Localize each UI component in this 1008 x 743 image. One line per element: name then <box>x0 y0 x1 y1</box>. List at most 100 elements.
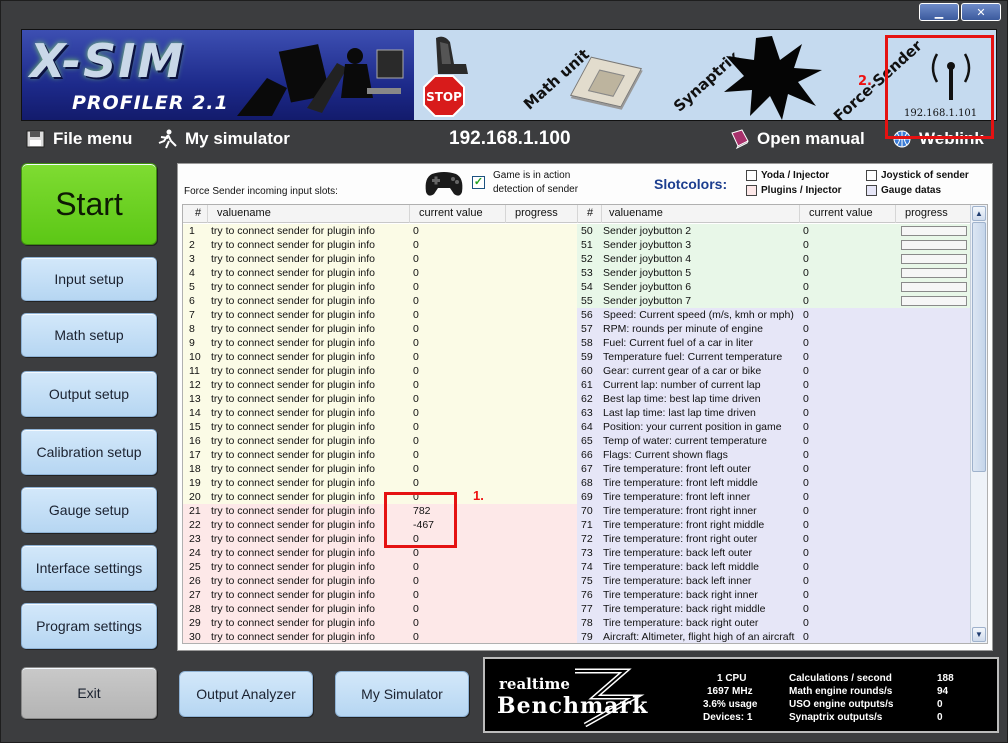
bench-calc-label: Calculations / second <box>789 673 892 684</box>
table-row[interactable]: 30 try to connect sender for plugin info 0… <box>183 630 971 643</box>
annotation-highlight-1 <box>384 492 457 548</box>
table-row[interactable]: 14 try to connect sender for plugin info 0… <box>183 406 971 420</box>
table-row[interactable]: 22 try to connect sender for plugin info -… <box>183 518 971 532</box>
minimize-icon: ▁ <box>934 5 944 19</box>
table-row[interactable]: 16 try to connect sender for plugin info 0… <box>183 434 971 448</box>
program-settings-button[interactable]: Program settings <box>21 603 157 649</box>
progress-bar <box>901 268 967 278</box>
right-slot-name: Best lap time: best lap time driven <box>603 393 761 405</box>
file-menu[interactable]: File menu <box>25 129 132 149</box>
right-slot-value: 0 <box>803 435 809 447</box>
col-current-value-right: current value <box>809 207 873 219</box>
bench-math-label: Math engine rounds/s <box>789 686 893 697</box>
table-row[interactable]: 6 try to connect sender for plugin info 0 5… <box>183 294 971 308</box>
left-slot-num: 7 <box>189 309 195 321</box>
table-row[interactable]: 19 try to connect sender for plugin info 0… <box>183 476 971 490</box>
left-slot-num: 22 <box>189 519 201 531</box>
table-row[interactable]: 24 try to connect sender for plugin info 0… <box>183 546 971 560</box>
left-slot-name: try to connect sender for plugin info <box>211 617 376 629</box>
left-slot-num: 14 <box>189 407 201 419</box>
table-row[interactable]: 25 try to connect sender for plugin info 0… <box>183 560 971 574</box>
left-slot-num: 2 <box>189 239 195 251</box>
racing-seat-icon <box>436 36 468 74</box>
math-setup-button[interactable]: Math setup <box>21 313 157 357</box>
legend-joystick: Joystick of sender <box>866 170 969 181</box>
table-row[interactable]: 17 try to connect sender for plugin info 0… <box>183 448 971 462</box>
table-row[interactable]: 26 try to connect sender for plugin info 0… <box>183 574 971 588</box>
right-slot-name: Sender joybutton 6 <box>603 281 692 293</box>
minimize-button[interactable]: ▁ <box>919 3 959 21</box>
my-simulator-menu[interactable]: My simulator <box>157 129 290 149</box>
table-row[interactable]: 13 try to connect sender for plugin info 0… <box>183 392 971 406</box>
table-row[interactable]: 5 try to connect sender for plugin info 0 5… <box>183 280 971 294</box>
right-slot-num: 60 <box>581 365 593 377</box>
left-slot-value: 0 <box>413 267 419 279</box>
right-slot-name: Tire temperature: front right inner <box>603 505 757 517</box>
table-row[interactable]: 2 try to connect sender for plugin info 0 5… <box>183 238 971 252</box>
right-slot-value: 0 <box>803 407 809 419</box>
left-slot-name: try to connect sender for plugin info <box>211 575 376 587</box>
table-row[interactable]: 9 try to connect sender for plugin info 0 5… <box>183 336 971 350</box>
left-slot-value: 0 <box>413 617 419 629</box>
scroll-down-icon[interactable]: ▼ <box>972 627 986 642</box>
left-slot-value: 0 <box>413 365 419 377</box>
left-slot-name: try to connect sender for plugin info <box>211 533 376 545</box>
table-row[interactable]: 15 try to connect sender for plugin info 0… <box>183 420 971 434</box>
table-row[interactable]: 1 try to connect sender for plugin info 0 5… <box>183 224 971 238</box>
left-slot-name: try to connect sender for plugin info <box>211 603 376 615</box>
input-setup-button[interactable]: Input setup <box>21 257 157 301</box>
output-setup-button[interactable]: Output setup <box>21 371 157 417</box>
open-manual-menu[interactable]: Open manual <box>729 129 865 149</box>
left-slot-name: try to connect sender for plugin info <box>211 519 376 531</box>
right-slot-name: Fuel: Current fuel of a car in liter <box>603 337 753 349</box>
scroll-thumb[interactable] <box>972 222 986 472</box>
table-row[interactable]: 8 try to connect sender for plugin info 0 5… <box>183 322 971 336</box>
table-row[interactable]: 4 try to connect sender for plugin info 0 5… <box>183 266 971 280</box>
right-slot-value: 0 <box>803 379 809 391</box>
left-slot-name: try to connect sender for plugin info <box>211 393 376 405</box>
right-slot-value: 0 <box>803 491 809 503</box>
interface-settings-button[interactable]: Interface settings <box>21 545 157 591</box>
table-row[interactable]: 21 try to connect sender for plugin info 7… <box>183 504 971 518</box>
vertical-scrollbar[interactable]: ▲ ▼ <box>970 205 987 643</box>
right-slot-num: 67 <box>581 463 593 475</box>
table-row[interactable]: 7 try to connect sender for plugin info 0 5… <box>183 308 971 322</box>
legend-swatch <box>746 170 757 181</box>
table-row[interactable]: 12 try to connect sender for plugin info 0… <box>183 378 971 392</box>
close-button[interactable]: ✕ <box>961 3 1001 21</box>
left-slot-value: 0 <box>413 281 419 293</box>
table-row[interactable]: 10 try to connect sender for plugin info 0… <box>183 350 971 364</box>
game-detection-label: Game is in action detection of sender <box>493 169 603 197</box>
right-slot-name: Tire temperature: back left middle <box>603 561 760 573</box>
table-row[interactable]: 11 try to connect sender for plugin info 0… <box>183 364 971 378</box>
left-slot-value: 0 <box>413 309 419 321</box>
table-row[interactable]: 27 try to connect sender for plugin info 0… <box>183 588 971 602</box>
table-row[interactable]: 3 try to connect sender for plugin info 0 5… <box>183 252 971 266</box>
table-row[interactable]: 23 try to connect sender for plugin info 0… <box>183 532 971 546</box>
calibration-setup-button[interactable]: Calibration setup <box>21 429 157 475</box>
output-analyzer-button[interactable]: Output Analyzer <box>179 671 313 717</box>
left-slot-value: 0 <box>413 575 419 587</box>
left-slot-name: try to connect sender for plugin info <box>211 281 376 293</box>
my-simulator-button[interactable]: My Simulator <box>335 671 469 717</box>
legend-gauge-datas: Gauge datas <box>866 185 941 196</box>
game-detection-checkbox[interactable]: ✓ <box>472 176 485 189</box>
table-row[interactable]: 29 try to connect sender for plugin info 0… <box>183 616 971 630</box>
right-slot-value: 0 <box>803 575 809 587</box>
gauge-setup-button[interactable]: Gauge setup <box>21 487 157 533</box>
right-slot-name: Last lap time: last lap time driven <box>603 407 756 419</box>
start-button[interactable]: Start <box>21 163 157 245</box>
book-icon <box>731 129 749 149</box>
right-slot-num: 51 <box>581 239 593 251</box>
table-row[interactable]: 28 try to connect sender for plugin info 0… <box>183 602 971 616</box>
right-slot-value: 0 <box>803 561 809 573</box>
exit-button[interactable]: Exit <box>21 667 157 719</box>
table-row[interactable]: 18 try to connect sender for plugin info 0… <box>183 462 971 476</box>
left-slot-value: 0 <box>413 407 419 419</box>
right-slot-name: Tire temperature: back left inner <box>603 575 752 587</box>
bench-devices: Devices: 1 <box>703 712 753 723</box>
stop-sign-icon: STOP <box>423 75 465 117</box>
table-row[interactable]: 20 try to connect sender for plugin info 0… <box>183 490 971 504</box>
left-slot-value: 0 <box>413 351 419 363</box>
scroll-up-icon[interactable]: ▲ <box>972 206 986 221</box>
